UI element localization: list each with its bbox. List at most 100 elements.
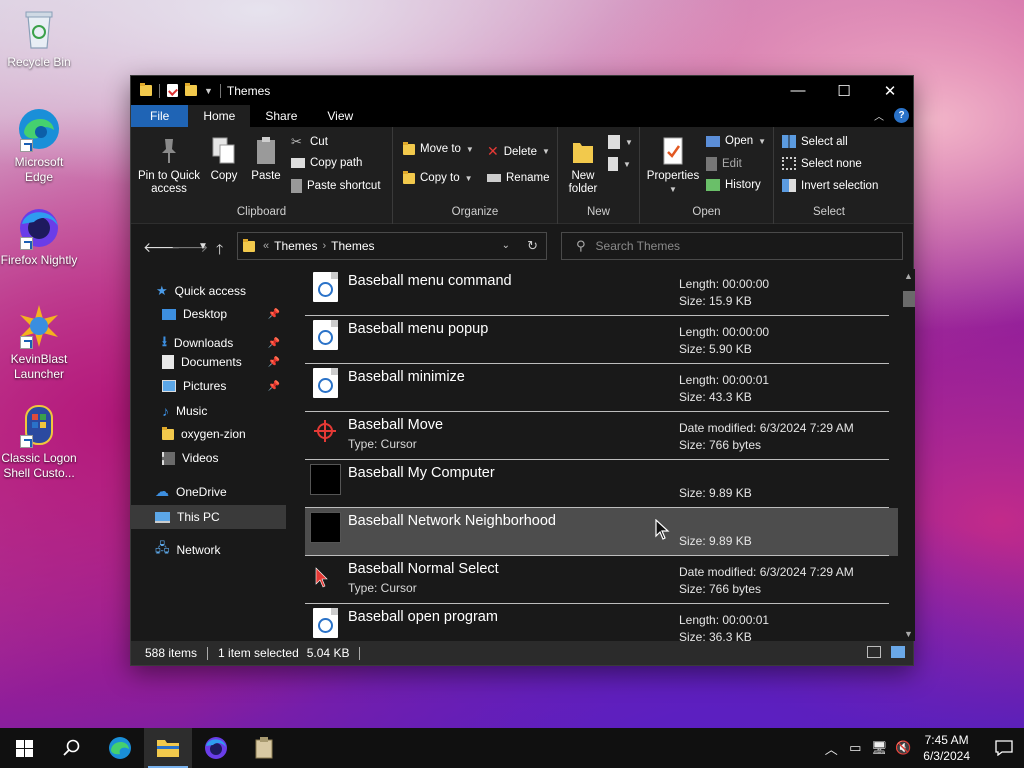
nav-item-videos[interactable]: Videos bbox=[162, 451, 218, 465]
file-row[interactable]: Baseball menu popup Length: 00:00:00 Size:… bbox=[305, 316, 898, 364]
breadcrumb-item[interactable]: Themes bbox=[331, 239, 374, 253]
tab-file[interactable]: File bbox=[131, 105, 189, 127]
details-view-icon[interactable] bbox=[867, 646, 881, 658]
file-row[interactable]: Baseball Normal Select Type: Cursor Date m… bbox=[305, 556, 898, 604]
taskbar-edge[interactable] bbox=[96, 728, 144, 768]
recent-locations-button[interactable]: ▼ bbox=[198, 241, 208, 252]
rename-button[interactable]: Rename bbox=[487, 172, 549, 184]
network-status-icon[interactable]: 🖥 bbox=[867, 740, 891, 756]
nav-item-desktop[interactable]: Desktop 📌 bbox=[162, 307, 286, 321]
pin-icon[interactable]: 📌 bbox=[268, 309, 280, 320]
clock[interactable]: 7:45 AM 6/3/2024 bbox=[923, 732, 970, 764]
new-folder-button[interactable]: New folder bbox=[566, 135, 600, 196]
desktop-icon-firefox-nightly[interactable]: Firefox Nightly bbox=[0, 204, 78, 268]
properties-quick-icon[interactable] bbox=[167, 84, 178, 97]
copy-path-icon bbox=[291, 158, 305, 168]
invert-selection-button[interactable]: Invert selection bbox=[782, 179, 878, 192]
select-none-button[interactable]: Select none bbox=[782, 157, 862, 170]
address-row: 🡐 🡒 ▼ 🡑 « Themes › Themes ⌄ ↻ ⚲ Search T… bbox=[131, 224, 913, 268]
refresh-icon[interactable]: ↻ bbox=[527, 238, 538, 254]
pin-to-quick-access-button[interactable]: Pin to Quick access bbox=[137, 135, 201, 196]
volume-muted-icon[interactable]: 🔇 bbox=[891, 740, 915, 756]
new-folder-quick-icon[interactable] bbox=[185, 83, 197, 96]
close-button[interactable]: ✕ bbox=[867, 76, 913, 105]
star-icon: ★ bbox=[156, 283, 168, 298]
notification-center-button[interactable] bbox=[984, 728, 1024, 768]
vertical-scrollbar[interactable]: ▲ ▼ bbox=[901, 269, 915, 641]
tab-home[interactable]: Home bbox=[188, 105, 251, 127]
start-button[interactable] bbox=[0, 728, 48, 768]
show-hidden-icons-icon[interactable]: ︿ bbox=[819, 739, 843, 758]
classic-logon-icon bbox=[16, 402, 62, 448]
paste-button[interactable]: Paste bbox=[247, 135, 285, 183]
easy-access-button[interactable]: ▼ bbox=[608, 157, 631, 171]
scroll-down-icon[interactable]: ▼ bbox=[904, 629, 913, 639]
move-cursor-icon bbox=[313, 416, 338, 446]
desktop-icon-kevinblast-launcher[interactable]: KevinBlast Launcher bbox=[0, 303, 78, 382]
address-bar[interactable]: « Themes › Themes ⌄ ↻ bbox=[237, 232, 547, 260]
nav-item-downloads[interactable]: ⭳ Downloads 📌 bbox=[162, 331, 286, 355]
file-row[interactable]: Baseball Network Neighborhood Size: 9.89 … bbox=[305, 508, 898, 556]
file-row[interactable]: Baseball open program Length: 00:00:01 Siz… bbox=[305, 604, 898, 641]
address-dropdown-icon[interactable]: ⌄ bbox=[502, 240, 510, 251]
history-button[interactable]: History bbox=[706, 179, 761, 191]
help-icon[interactable]: ? bbox=[894, 108, 909, 123]
file-row[interactable]: Baseball minimize Length: 00:00:01 Size: 4… bbox=[305, 364, 898, 412]
nav-item-oxygen-zion[interactable]: oxygen-zion bbox=[162, 426, 246, 441]
minimize-ribbon-icon[interactable]: ︿ bbox=[874, 108, 884, 123]
search-input[interactable]: ⚲ Search Themes bbox=[561, 232, 903, 260]
desktop-icon-recycle-bin[interactable]: Recycle Bin bbox=[0, 6, 78, 70]
copy-path-button[interactable]: Copy path bbox=[291, 157, 362, 169]
pin-icon[interactable]: 📌 bbox=[268, 381, 280, 392]
file-row[interactable]: Baseball My Computer Size: 9.89 KB bbox=[305, 460, 898, 508]
edit-button[interactable]: Edit bbox=[706, 157, 742, 171]
delete-button[interactable]: ✕ Delete ▼ bbox=[487, 143, 550, 160]
minimize-button[interactable]: — bbox=[775, 76, 821, 105]
tab-view[interactable]: View bbox=[312, 105, 368, 127]
paste-shortcut-button[interactable]: Paste shortcut bbox=[291, 179, 381, 193]
scrollbar-thumb[interactable] bbox=[903, 291, 915, 307]
taskbar-file-explorer[interactable] bbox=[144, 728, 192, 768]
taskbar-app[interactable] bbox=[240, 728, 288, 768]
file-row[interactable]: Baseball menu command Length: 00:00:00 Siz… bbox=[305, 269, 898, 316]
nav-this-pc[interactable]: This PC bbox=[131, 505, 286, 529]
paste-shortcut-icon bbox=[291, 179, 302, 193]
file-size: Size: 766 bytes bbox=[679, 582, 762, 596]
move-to-button[interactable]: Move to ▼ bbox=[403, 141, 474, 155]
cursor-arrow-icon bbox=[313, 560, 338, 590]
file-size: Size: 43.3 KB bbox=[679, 390, 752, 404]
device-icon[interactable]: ▭ bbox=[843, 740, 867, 756]
easy-access-icon bbox=[608, 157, 618, 171]
nav-item-music[interactable]: ♪ Music bbox=[162, 403, 207, 419]
desktop-icon-microsoft-edge[interactable]: Microsoft Edge bbox=[0, 106, 78, 185]
cut-button[interactable]: ✂ Cut bbox=[291, 135, 328, 149]
nav-quick-access[interactable]: ★ Quick access bbox=[156, 283, 246, 299]
up-button[interactable]: 🡑 bbox=[216, 239, 223, 263]
scroll-up-icon[interactable]: ▲ bbox=[904, 271, 913, 281]
firefox-nightly-icon bbox=[205, 737, 227, 759]
tiles-view-icon[interactable] bbox=[891, 646, 905, 658]
nav-onedrive[interactable]: ☁ OneDrive bbox=[155, 483, 227, 500]
copy-to-button[interactable]: Copy to ▼ bbox=[403, 170, 473, 184]
pin-icon[interactable]: 📌 bbox=[268, 338, 280, 349]
nav-network[interactable]: 🖧 Network bbox=[155, 539, 221, 561]
nav-item-pictures[interactable]: Pictures 📌 bbox=[162, 379, 286, 393]
select-all-button[interactable]: Select all bbox=[782, 135, 848, 148]
tab-share[interactable]: Share bbox=[250, 105, 312, 127]
customize-quick-access-icon[interactable]: ▼ bbox=[204, 86, 213, 96]
pin-icon[interactable]: 📌 bbox=[268, 357, 280, 368]
properties-button[interactable]: Properties ▼ bbox=[644, 135, 702, 196]
title-bar[interactable]: ▼ Themes — ☐ ✕ bbox=[131, 76, 913, 105]
new-item-button[interactable]: ▼ bbox=[608, 135, 633, 149]
nav-item-documents[interactable]: Documents 📌 bbox=[162, 355, 286, 369]
open-button[interactable]: Open ▼ bbox=[706, 135, 766, 147]
file-row[interactable]: Baseball Move Type: Cursor Date modified: … bbox=[305, 412, 898, 460]
taskbar-firefox-nightly[interactable] bbox=[192, 728, 240, 768]
desktop-icon-classic-logon[interactable]: Classic Logon Shell Custo... bbox=[0, 402, 78, 481]
breadcrumb-item[interactable]: Themes bbox=[274, 239, 317, 253]
onedrive-cloud-icon: ☁ bbox=[155, 483, 169, 499]
maximize-button[interactable]: ☐ bbox=[821, 76, 867, 105]
copy-button[interactable]: Copy bbox=[207, 135, 241, 183]
invert-selection-icon bbox=[782, 179, 796, 192]
search-button[interactable] bbox=[48, 728, 96, 768]
